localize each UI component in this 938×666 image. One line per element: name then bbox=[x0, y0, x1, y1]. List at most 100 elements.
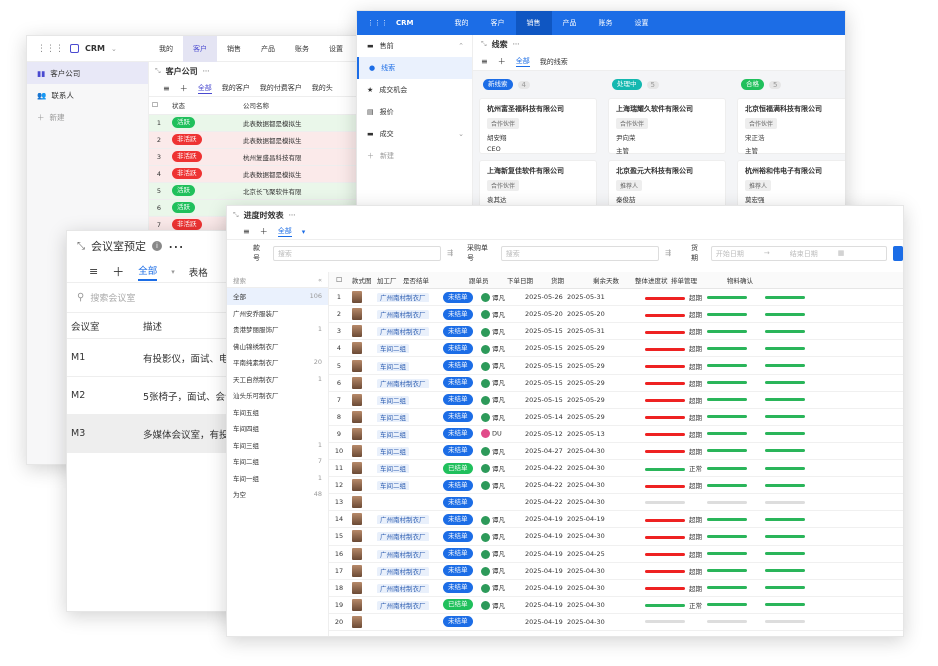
collapse-icon[interactable]: ⤡ bbox=[481, 40, 487, 49]
column-header[interactable]: 跟单员 bbox=[466, 275, 504, 285]
nav-item[interactable]: 我的 bbox=[149, 36, 183, 62]
style-thumbnail[interactable] bbox=[352, 564, 362, 577]
nav-item[interactable]: 客户 bbox=[480, 11, 516, 35]
more-icon[interactable]: ⋯ bbox=[168, 237, 184, 256]
style-thumbnail[interactable] bbox=[352, 530, 362, 543]
chevron-down-icon[interactable]: ▾ bbox=[302, 228, 306, 236]
chevron-down-icon[interactable]: ▾ bbox=[171, 268, 175, 276]
filter-style-input[interactable]: 搜索 bbox=[272, 245, 442, 261]
more-icon[interactable]: ⋯ bbox=[289, 211, 296, 219]
add-icon[interactable]: ＋ bbox=[498, 56, 506, 67]
group-list-item[interactable]: 车间五组 bbox=[227, 404, 328, 421]
info-icon[interactable]: i bbox=[152, 241, 162, 251]
column-header[interactable]: 排单管理 bbox=[668, 275, 724, 285]
sidebar-group-presale[interactable]: ▬ 售前 ⌃ bbox=[357, 35, 472, 57]
more-icon[interactable]: ⋯ bbox=[203, 67, 210, 75]
nav-item[interactable]: 设置 bbox=[319, 36, 353, 62]
column-header[interactable]: 下单日期 bbox=[504, 275, 548, 285]
column-header[interactable]: 加工厂 bbox=[374, 275, 400, 285]
column-header[interactable]: 款式图 bbox=[349, 275, 374, 285]
nav-item[interactable]: 客户 bbox=[183, 36, 217, 62]
table-row[interactable]: 4 非活跃 此表数据都是模拟生 bbox=[149, 165, 365, 183]
nav-item[interactable]: 销售 bbox=[515, 11, 552, 35]
more-icon[interactable]: ⋯ bbox=[513, 40, 520, 48]
search-button[interactable] bbox=[893, 245, 903, 261]
tab[interactable]: 我的客户 bbox=[222, 83, 250, 93]
nav-item[interactable]: 产品 bbox=[251, 36, 285, 62]
table-row[interactable]: 13 未结单 2025-04-22 2025-04-30 bbox=[329, 494, 903, 512]
group-list-item[interactable]: 天工自然制衣厂 1 bbox=[227, 371, 328, 388]
app-name[interactable]: CRM bbox=[85, 44, 105, 53]
collapse-icon[interactable]: ⤡ bbox=[233, 211, 239, 220]
column-header[interactable]: 物料确认 bbox=[724, 275, 782, 285]
table-row[interactable]: 3 非活跃 杭州复盛昌科技有限 bbox=[149, 148, 365, 166]
table-row[interactable]: 9 车间二组 未结单 DU 2025-05-12 2025-05-13 超期 bbox=[329, 426, 903, 443]
column-header[interactable]: 整体进度状态 bbox=[632, 275, 668, 285]
table-row[interactable]: 19 广州南村制衣厂 已结单 谭凡 2025-04-19 2025-04-30 正常 bbox=[329, 597, 903, 614]
sidebar-item-customer-company[interactable]: ▮▮ 客户公司 bbox=[27, 62, 148, 84]
tab-all[interactable]: 全部 bbox=[277, 226, 292, 237]
list-search-input[interactable]: 搜索 bbox=[233, 275, 246, 285]
menu-icon[interactable]: ≡ bbox=[163, 84, 170, 93]
style-thumbnail[interactable] bbox=[352, 308, 362, 321]
sidebar-item-leads[interactable]: ● 线索 bbox=[357, 57, 472, 79]
table-row[interactable]: 16 广州南村制衣厂 未结单 谭凡 2025-04-19 2025-04-25 超期 bbox=[329, 546, 903, 563]
table-row[interactable]: 4 车间二组 未结单 谭凡 2025-05-15 2025-05-29 超期 bbox=[329, 340, 903, 358]
table-row[interactable]: 1 广州南村制衣厂 未结单 谭凡 2025-05-26 2025-05-31 超期 bbox=[329, 289, 903, 307]
collapse-left-icon[interactable]: « bbox=[318, 276, 322, 284]
nav-item[interactable]: 设置 bbox=[624, 11, 660, 35]
style-thumbnail[interactable] bbox=[352, 291, 362, 304]
tab-table[interactable]: 表格 bbox=[189, 265, 208, 279]
style-thumbnail[interactable] bbox=[352, 444, 362, 457]
style-thumbnail[interactable] bbox=[352, 513, 362, 526]
table-row[interactable]: 20 未结单 2025-04-19 2025-04-30 bbox=[329, 614, 903, 631]
tab[interactable]: 全部 bbox=[197, 83, 212, 94]
group-list-item[interactable]: 佛山锦绣制衣厂 bbox=[227, 338, 328, 355]
group-list-item[interactable]: 车间三组 1 bbox=[227, 437, 328, 454]
table-row[interactable]: 7 车间二组 未结单 谭凡 2025-05-15 2025-05-29 超期 bbox=[329, 392, 903, 409]
collapse-icon[interactable]: ⤡ bbox=[155, 67, 161, 76]
style-thumbnail[interactable] bbox=[352, 462, 362, 475]
sidebar-new-button[interactable]: ＋新建 bbox=[27, 106, 148, 128]
table-row[interactable]: 17 广州南村制衣厂 未结单 谭凡 2025-04-19 2025-04-30 超期 bbox=[329, 563, 903, 580]
table-row[interactable]: 2 非活跃 此表数据都是模拟生 bbox=[149, 131, 365, 149]
tab[interactable]: 我的头 bbox=[312, 83, 333, 93]
table-row[interactable]: 6 广州南村制衣厂 未结单 谭凡 2025-05-15 2025-05-29 超期 bbox=[329, 375, 903, 392]
sidebar-item-quote[interactable]: ▤ 报价 bbox=[357, 101, 472, 123]
tab-my-leads[interactable]: 我的线索 bbox=[540, 57, 568, 67]
tab-all[interactable]: 全部 bbox=[138, 263, 158, 281]
select-all-checkbox[interactable]: ☐ bbox=[149, 97, 169, 115]
style-thumbnail[interactable] bbox=[352, 496, 362, 509]
sidebar-item-opportunity[interactable]: ★ 成交机会 bbox=[357, 79, 472, 101]
table-row[interactable]: 8 车间二组 未结单 谭凡 2025-05-14 2025-05-29 超期 bbox=[329, 409, 903, 426]
style-thumbnail[interactable] bbox=[352, 325, 362, 338]
filter-po-input[interactable]: 搜索 bbox=[500, 245, 660, 261]
style-thumbnail[interactable] bbox=[352, 479, 362, 492]
add-icon[interactable]: ＋ bbox=[112, 263, 124, 280]
column-header[interactable]: 货期 bbox=[548, 275, 590, 285]
collapse-icon[interactable]: ⤡ bbox=[77, 241, 85, 252]
table-row[interactable]: 12 车间二组 未结单 谭凡 2025-04-22 2025-04-30 超期 bbox=[329, 477, 903, 495]
table-row[interactable]: 1 活跃 此表数据都是模拟生 bbox=[149, 114, 365, 132]
group-list-item[interactable]: 平南纯素制衣厂 20 bbox=[227, 354, 328, 371]
table-row[interactable]: 14 广州南村制衣厂 未结单 谭凡 2025-04-19 2025-04-19 超期 bbox=[329, 511, 903, 529]
nav-item[interactable]: 销售 bbox=[217, 36, 251, 62]
lead-card[interactable]: 上海瑞耀久软件有限公司 合作伙伴 尹向荣 主管 bbox=[608, 98, 726, 155]
group-list-item[interactable]: 车间四组 bbox=[227, 420, 328, 437]
group-list-item[interactable]: 全部 106 bbox=[227, 288, 328, 305]
style-thumbnail[interactable] bbox=[352, 359, 362, 372]
style-thumbnail[interactable] bbox=[352, 376, 362, 389]
style-thumbnail[interactable] bbox=[352, 342, 362, 355]
nav-item[interactable]: 产品 bbox=[552, 11, 588, 35]
table-row[interactable]: 18 广州南村制衣厂 未结单 谭凡 2025-04-19 2025-04-30 超期 bbox=[329, 580, 903, 597]
style-thumbnail[interactable] bbox=[352, 410, 362, 423]
group-list-item[interactable]: 车间二组 7 bbox=[227, 453, 328, 470]
table-row[interactable]: 11 车间二组 已结单 谭凡 2025-04-22 2025-04-30 正常 bbox=[329, 460, 903, 478]
table-row[interactable]: 5 活跃 北京长飞聚软件有限 bbox=[149, 182, 365, 200]
nav-item[interactable]: 我的 bbox=[444, 11, 480, 35]
table-row[interactable]: 2 广州南村制衣厂 未结单 谭凡 2025-05-20 2025-05-20 超期 bbox=[329, 306, 903, 324]
lead-card[interactable]: 北京恒福满科技有限公司 合作伙伴 宋正浩 主管 bbox=[737, 98, 845, 155]
tab-all[interactable]: 全部 bbox=[515, 56, 530, 67]
style-thumbnail[interactable] bbox=[352, 598, 362, 611]
group-list-item[interactable]: 车间一组 1 bbox=[227, 470, 328, 487]
